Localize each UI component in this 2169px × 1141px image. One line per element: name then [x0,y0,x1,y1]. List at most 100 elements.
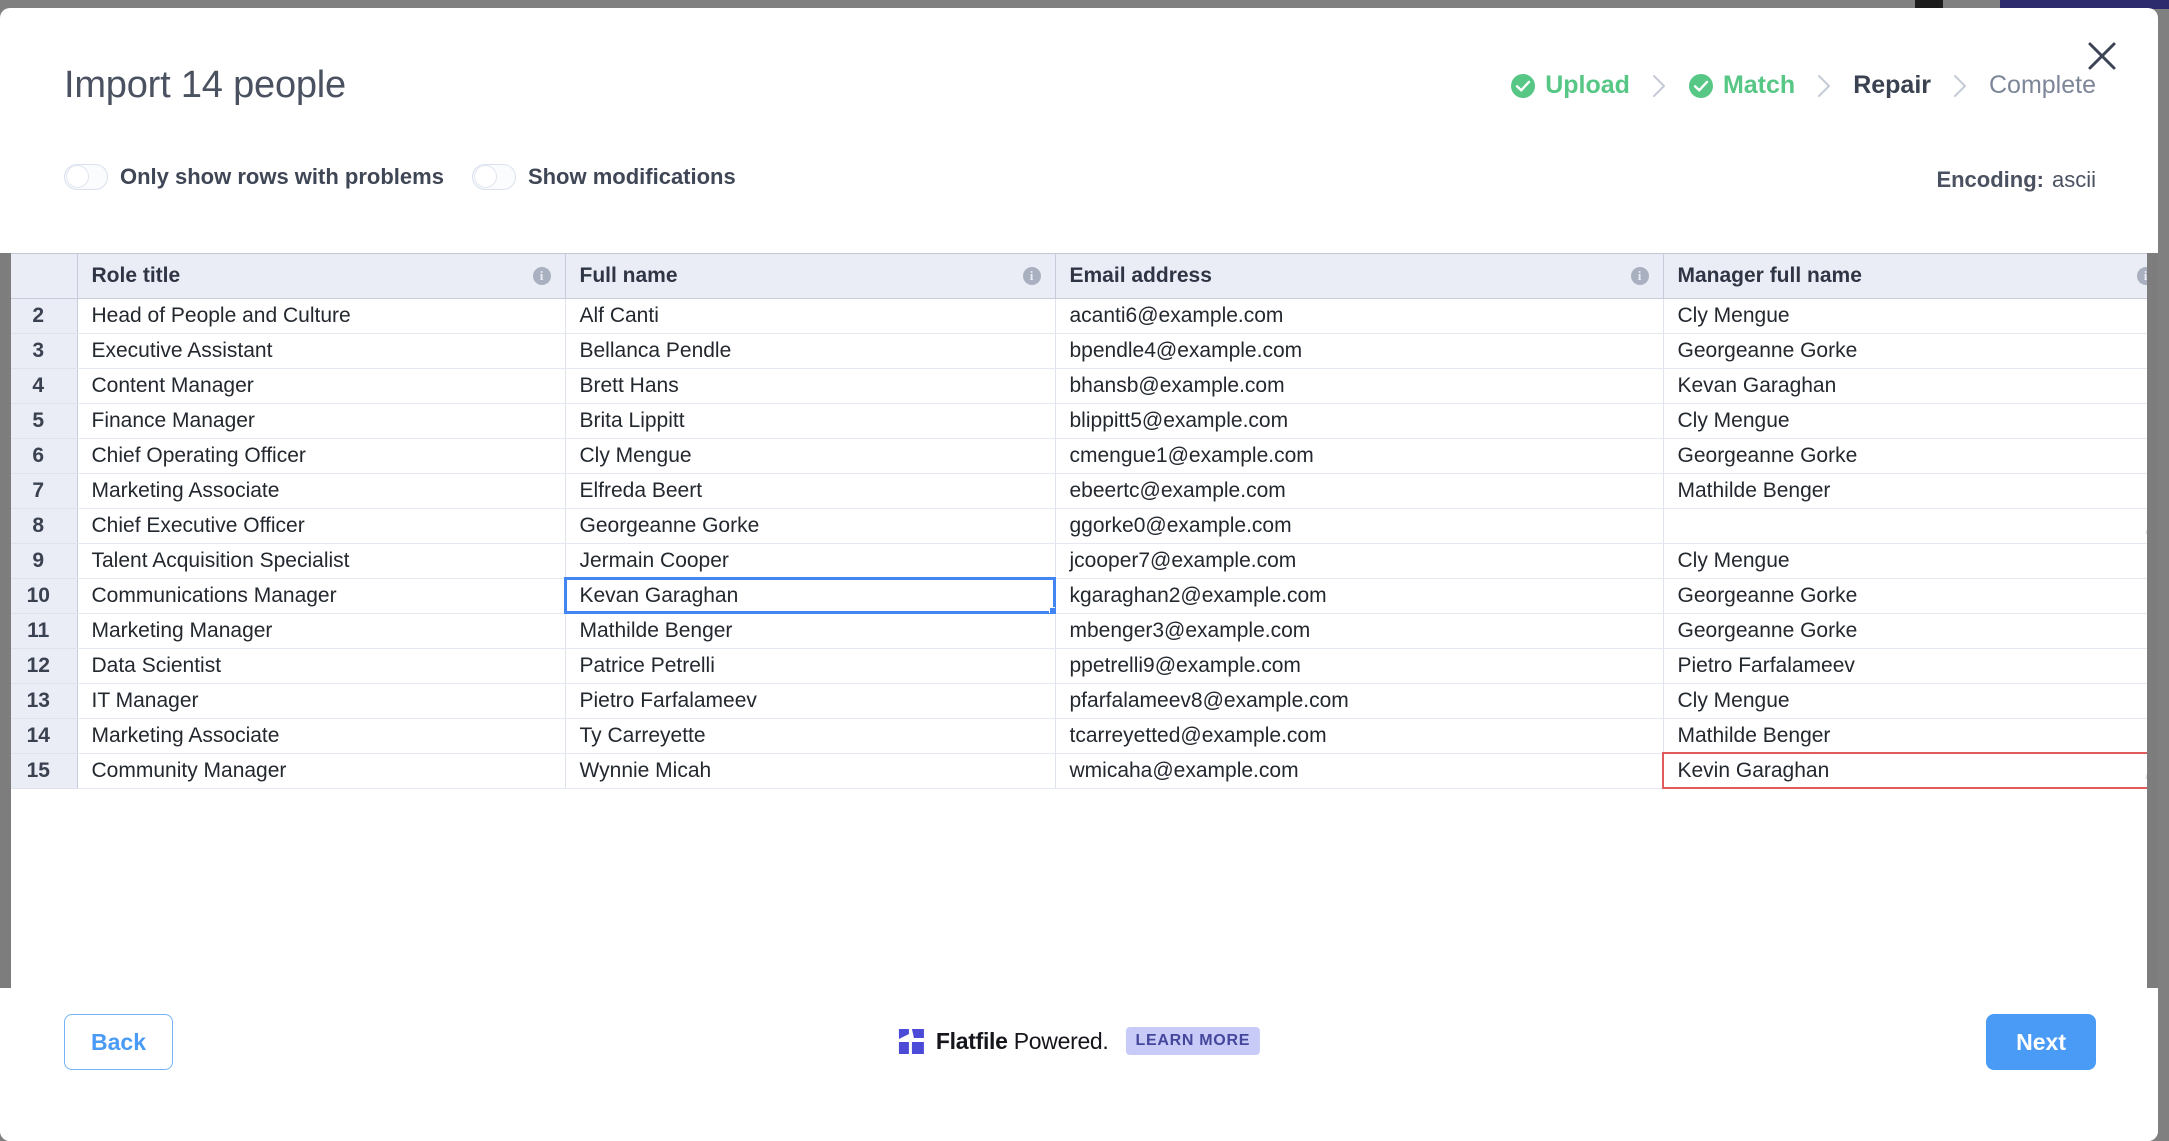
table-cell[interactable]: Alf Canti [565,298,1056,334]
table-cell[interactable]: Cly Mengue [1663,298,2158,334]
table-row[interactable]: 3 Executive Assistant Bellanca Pendle bpend… [0,333,2158,369]
table-cell[interactable]: ppetrelli9@example.com [1055,648,1664,684]
toggle-only-problems[interactable]: Only show rows with problems [64,164,444,190]
table-cell[interactable]: acanti6@example.com [1055,298,1664,334]
data-grid[interactable]: Role title i Full name i Email address i… [0,253,2158,988]
row-number-cell[interactable]: 13 [0,683,78,719]
table-cell[interactable] [1663,508,2158,544]
table-row[interactable]: 8 Chief Executive Officer Georgeanne Gorke… [0,508,2158,544]
row-number-cell[interactable]: 12 [0,648,78,684]
table-row[interactable]: 12 Data Scientist Patrice Petrelli ppetrell… [0,648,2158,684]
table-cell[interactable]: Kevin Garaghan [1662,752,2158,789]
table-row[interactable]: 10 Communications Manager Kevan Garaghan kg… [0,577,2158,614]
table-cell[interactable]: ebeertc@example.com [1055,473,1664,509]
table-cell[interactable]: Georgeanne Gorke [1663,613,2158,649]
table-cell[interactable]: Marketing Associate [77,718,566,754]
table-cell[interactable]: blippitt5@example.com [1055,403,1664,439]
row-number-cell[interactable]: 5 [0,403,78,439]
row-number-cell[interactable]: 10 [0,578,78,614]
table-row[interactable]: 6 Chief Operating Officer Cly Mengue cmengu… [0,438,2158,474]
table-cell[interactable]: Chief Operating Officer [77,438,566,474]
table-cell[interactable]: bpendle4@example.com [1055,333,1664,369]
table-cell[interactable]: Kevan Garaghan [564,577,1056,614]
table-cell[interactable]: Cly Mengue [1663,543,2158,579]
table-cell[interactable]: Georgeanne Gorke [1663,438,2158,474]
table-row[interactable]: 9 Talent Acquisition Specialist Jermain Co… [0,543,2158,579]
table-cell[interactable]: Chief Executive Officer [77,508,566,544]
table-cell[interactable]: Talent Acquisition Specialist [77,543,566,579]
info-icon[interactable]: i [532,266,551,285]
table-cell[interactable]: bhansb@example.com [1055,368,1664,404]
table-cell[interactable]: jcooper7@example.com [1055,543,1664,579]
row-number-cell[interactable]: 8 [0,508,78,544]
table-row[interactable]: 2 Head of People and Culture Alf Canti acan… [0,298,2158,334]
table-cell[interactable]: Georgeanne Gorke [565,508,1056,544]
table-cell[interactable]: Finance Manager [77,403,566,439]
table-cell[interactable]: Content Manager [77,368,566,404]
table-cell[interactable]: Marketing Associate [77,473,566,509]
table-row[interactable]: 14 Marketing Associate Ty Carreyette tcarre… [0,718,2158,754]
row-number-cell[interactable]: 11 [0,613,78,649]
table-row[interactable]: 13 IT Manager Pietro Farfalameev pfarfalame… [0,683,2158,719]
table-cell[interactable]: Communications Manager [77,578,566,614]
column-header-email-address[interactable]: Email address i [1055,254,1664,299]
table-cell[interactable]: IT Manager [77,683,566,719]
table-cell[interactable]: mbenger3@example.com [1055,613,1664,649]
table-cell[interactable]: kgaraghan2@example.com [1055,578,1664,614]
info-icon[interactable]: i [1022,266,1041,285]
table-cell[interactable]: Marketing Manager [77,613,566,649]
row-number-cell[interactable]: 15 [0,753,78,789]
row-number-cell[interactable]: 7 [0,473,78,509]
table-cell[interactable]: Head of People and Culture [77,298,566,334]
row-number-cell[interactable]: 14 [0,718,78,754]
row-number-cell[interactable]: 2 [0,298,78,334]
toggle-switch[interactable] [471,164,516,190]
table-cell[interactable]: Cly Mengue [565,438,1056,474]
table-cell[interactable]: pfarfalameev8@example.com [1055,683,1664,719]
toggle-show-modifications[interactable]: Show modifications [471,164,736,190]
table-cell[interactable]: Mathilde Benger [565,613,1056,649]
table-cell[interactable]: Mathilde Benger [1663,473,2158,509]
table-row[interactable]: 7 Marketing Associate Elfreda Beert ebeertc… [0,473,2158,509]
fill-handle[interactable] [1048,606,1054,612]
table-cell[interactable]: Mathilde Benger [1663,718,2158,754]
table-cell[interactable]: Ty Carreyette [565,718,1056,754]
table-row[interactable]: 15 Community Manager Wynnie Micah wmicaha@e… [0,752,2158,789]
table-cell[interactable]: Patrice Petrelli [565,648,1056,684]
table-cell[interactable]: Brett Hans [565,368,1056,404]
learn-more-button[interactable]: LEARN MORE [1125,1027,1261,1055]
table-cell[interactable]: Elfreda Beert [565,473,1056,509]
table-cell[interactable]: Cly Mengue [1663,683,2158,719]
row-number-cell[interactable]: 6 [0,438,78,474]
table-cell[interactable]: Pietro Farfalameev [565,683,1056,719]
table-cell[interactable]: wmicaha@example.com [1055,753,1664,789]
row-number-cell[interactable]: 9 [0,543,78,579]
next-button[interactable]: Next [1986,1014,2096,1070]
info-icon[interactable]: i [1630,266,1649,285]
column-header-full-name[interactable]: Full name i [565,254,1056,299]
table-cell[interactable]: Pietro Farfalameev [1663,648,2158,684]
table-cell[interactable]: Georgeanne Gorke [1663,578,2158,614]
table-cell[interactable]: Kevan Garaghan [1663,368,2158,404]
column-header-manager-full-name[interactable]: Manager full name i [1663,254,2158,299]
row-number-cell[interactable]: 4 [0,368,78,404]
table-row[interactable]: 11 Marketing Manager Mathilde Benger mbenge… [0,613,2158,649]
table-cell[interactable]: Executive Assistant [77,333,566,369]
step-repair[interactable]: Repair [1853,71,1931,100]
toggle-switch[interactable] [64,164,108,190]
step-match[interactable]: Match [1688,71,1795,100]
table-cell[interactable]: cmengue1@example.com [1055,438,1664,474]
table-cell[interactable]: Georgeanne Gorke [1663,333,2158,369]
table-cell[interactable]: ggorke0@example.com [1055,508,1664,544]
table-cell[interactable]: tcarreyetted@example.com [1055,718,1664,754]
table-cell[interactable]: Cly Mengue [1663,403,2158,439]
table-cell[interactable]: Jermain Cooper [565,543,1056,579]
column-header-role-title[interactable]: Role title i [77,254,566,299]
table-cell[interactable]: Wynnie Micah [565,753,1056,789]
table-row[interactable]: 5 Finance Manager Brita Lippitt blippitt5@e… [0,403,2158,439]
back-button[interactable]: Back [64,1014,173,1070]
table-cell[interactable]: Bellanca Pendle [565,333,1056,369]
table-row[interactable]: 4 Content Manager Brett Hans bhansb@example… [0,368,2158,404]
table-cell[interactable]: Community Manager [77,753,566,789]
table-cell[interactable]: Brita Lippitt [565,403,1056,439]
